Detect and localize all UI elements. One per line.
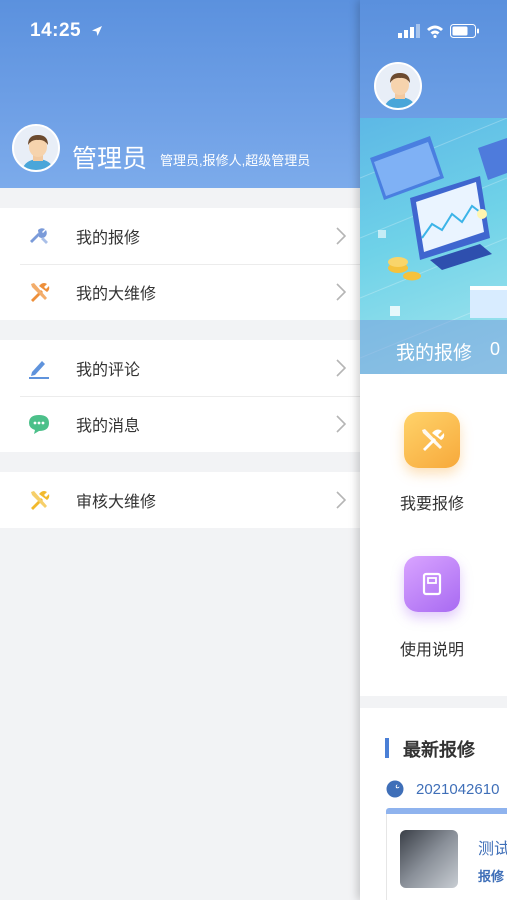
location-arrow-icon [91,25,102,36]
menu-item-my-messages[interactable]: 我的消息 [0,396,360,452]
battery-icon [450,24,479,38]
user-name: 管理员 [72,145,148,173]
menu-group-1: 我的报修 我的大维修 [0,208,360,320]
record-subtitle: 报修 [478,869,505,884]
menu-item-my-major-repairs[interactable]: 我的大维修 [0,264,360,320]
menu-label: 我的消息 [76,418,141,435]
chevron-right-icon [336,283,346,301]
chevron-right-icon [336,227,346,245]
main-header [360,0,507,118]
wrench-badge-icon [386,780,404,798]
tools-icon [26,279,52,305]
menu-label: 我的报修 [76,230,141,247]
side-drawer: 14:25 管理员 管理员,报修人,超级管理员 我的报修 我的大维修 我的评论 … [0,0,360,900]
menu-group-2: 我的评论 我的消息 [0,340,360,452]
chevron-right-icon [336,491,346,509]
signal-icon [398,24,420,38]
record-title[interactable]: 测试 [478,835,507,859]
user-roles: 管理员,报修人,超级管理员 [160,153,311,168]
user-avatar-icon [14,126,58,170]
banner-count: 0 [490,339,501,359]
menu-group-3: 审核大维修 [0,472,360,528]
banner[interactable] [360,118,507,374]
user-avatar-icon [376,64,420,108]
manual-tile-label[interactable]: 使用说明 [400,636,464,660]
wifi-icon [427,25,443,38]
chevron-right-icon [336,415,346,433]
tools-icon [26,487,52,513]
menu-item-my-repairs[interactable]: 我的报修 [0,208,360,264]
wrench-hammer-icon [26,223,52,249]
section-marker [385,738,389,758]
record-thumbnail[interactable] [400,830,458,888]
time-text: 14:25 [30,20,82,41]
menu-label: 审核大维修 [76,494,157,511]
repair-tools-icon [422,429,445,451]
avatar[interactable] [374,62,422,110]
record-number[interactable]: 2021042610 [416,781,499,798]
pen-icon [26,355,52,381]
book-icon [422,572,442,596]
avatar[interactable] [12,124,60,172]
drawer-header: 14:25 管理员 管理员,报修人,超级管理员 [0,0,360,188]
menu-item-my-comments[interactable]: 我的评论 [0,340,360,396]
status-time: 14:25 [30,20,103,42]
repair-tile-label[interactable]: 我要报修 [400,490,464,514]
latest-repairs-title: 最新报修 [403,740,475,760]
banner-label: 我的报修 [396,343,473,364]
main-screen[interactable]: 我的报修 0 我要报修 使用说明 最新报修 2021042610 测试 报修 [360,0,507,900]
manual-tile-button[interactable] [404,556,460,612]
menu-item-review-major-repairs[interactable]: 审核大维修 [0,472,360,528]
menu-label: 我的评论 [76,362,141,379]
repair-tile-button[interactable] [404,412,460,468]
chevron-right-icon [336,359,346,377]
chat-bubble-icon [26,411,52,437]
menu-label: 我的大维修 [76,286,157,303]
status-icons [398,24,480,38]
